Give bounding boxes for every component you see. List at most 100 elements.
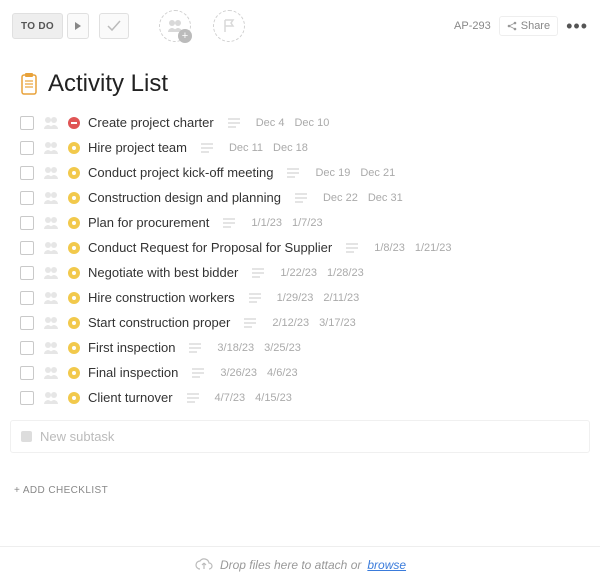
task-end-date: 4/15/23	[255, 392, 292, 404]
task-end-date: 1/7/23	[292, 217, 323, 229]
task-name: Construction design and planning	[88, 190, 281, 205]
new-subtask-placeholder: New subtask	[40, 429, 114, 444]
align-icon	[346, 243, 358, 253]
complete-button[interactable]	[99, 13, 129, 39]
task-name: Create project charter	[88, 115, 214, 130]
task-end-date: Dec 21	[360, 167, 395, 179]
task-checkbox[interactable]	[20, 366, 34, 380]
task-dates: Dec 11 Dec 18	[229, 142, 308, 154]
task-row[interactable]: Negotiate with best bidder1/22/231/28/23	[16, 260, 592, 285]
assignees-button[interactable]: +	[159, 10, 191, 42]
task-row[interactable]: Hire construction workers1/29/232/11/23	[16, 285, 592, 310]
caret-right-icon	[75, 22, 81, 30]
task-checkbox[interactable]	[20, 216, 34, 230]
align-icon	[249, 293, 261, 303]
status-dot-icon	[68, 192, 80, 204]
task-row[interactable]: Client turnover4/7/234/15/23	[16, 385, 592, 410]
toolbar-middle: +	[159, 10, 245, 42]
task-checkbox[interactable]	[20, 166, 34, 180]
task-end-date: Dec 18	[273, 142, 308, 154]
add-assignee-plus-icon: +	[178, 29, 192, 43]
assignee-icon	[42, 141, 60, 155]
task-meta-icon	[244, 318, 256, 328]
page-title: Activity List	[48, 70, 168, 98]
title-row: Activity List	[0, 52, 600, 110]
align-icon	[228, 118, 240, 128]
task-dates: Dec 22Dec 31	[323, 192, 403, 204]
status-dropdown-button[interactable]	[67, 13, 89, 39]
task-start-date: 1/29/23	[277, 292, 314, 304]
task-meta-icon	[201, 143, 213, 153]
status-dot-icon	[68, 217, 80, 229]
assignee-icon	[42, 241, 60, 255]
task-name: Conduct project kick-off meeting	[88, 165, 273, 180]
task-dates: Dec 19 Dec 21	[315, 167, 395, 179]
share-label: Share	[521, 20, 550, 32]
task-end-date: 4/6/23	[267, 367, 298, 379]
task-start-date: 2/12/23	[272, 317, 309, 329]
dropzone-text: Drop files here to attach or	[220, 558, 361, 572]
task-start-date: 3/26/23	[220, 367, 257, 379]
assignee-icon	[42, 341, 60, 355]
status-dot-icon	[68, 167, 80, 179]
more-menu-button[interactable]: •••	[566, 16, 588, 37]
task-checkbox[interactable]	[20, 191, 34, 205]
dropzone-browse-link[interactable]: browse	[367, 558, 406, 572]
task-dates: Dec 4Dec 10	[256, 117, 330, 129]
task-row[interactable]: First inspection3/18/233/25/23	[16, 335, 592, 360]
task-start-date: Dec 11	[229, 142, 263, 154]
toolbar-right: AP-293 Share •••	[454, 16, 588, 37]
add-checklist-button[interactable]: + ADD CHECKLIST	[0, 453, 600, 496]
status-button[interactable]: TO DO	[12, 13, 63, 39]
status-dot-icon	[68, 267, 80, 279]
share-button[interactable]: Share	[499, 16, 558, 36]
new-subtask-input[interactable]: New subtask	[10, 420, 590, 453]
align-icon	[244, 318, 256, 328]
task-row[interactable]: Construction design and planning Dec 22De…	[16, 185, 592, 210]
task-start-date: Dec 19	[315, 167, 350, 179]
task-name: Final inspection	[88, 365, 178, 380]
dropzone[interactable]: Drop files here to attach or browse	[0, 546, 600, 582]
task-name: Negotiate with best bidder	[88, 265, 238, 280]
task-row[interactable]: Start construction proper2/12/233/17/23	[16, 310, 592, 335]
task-dates: 1/1/23 1/7/23	[251, 217, 322, 229]
task-checkbox[interactable]	[20, 341, 34, 355]
task-end-date: 3/17/23	[319, 317, 356, 329]
assignee-icon	[42, 266, 60, 280]
task-row[interactable]: Hire project teamDec 11Dec 18	[16, 135, 592, 160]
task-end-date: Dec 31	[368, 192, 403, 204]
task-start-date: Dec 4	[256, 117, 285, 129]
task-meta-icon	[192, 368, 204, 378]
align-icon	[223, 218, 235, 228]
task-row[interactable]: Conduct Request for Proposal for Supplie…	[16, 235, 592, 260]
task-row[interactable]: Create project charter Dec 4Dec 10	[16, 110, 592, 135]
check-icon	[107, 20, 121, 32]
status-dot-icon	[68, 117, 80, 129]
task-name: Plan for procurement	[88, 215, 209, 230]
task-meta-icon	[223, 218, 235, 228]
flag-icon	[222, 19, 236, 33]
task-checkbox[interactable]	[20, 141, 34, 155]
task-checkbox[interactable]	[20, 116, 34, 130]
task-meta-icon	[249, 293, 261, 303]
task-start-date: 1/1/23	[251, 217, 282, 229]
task-dates: 3/18/233/25/23	[217, 342, 300, 354]
task-end-date: 3/25/23	[264, 342, 301, 354]
task-checkbox[interactable]	[20, 291, 34, 305]
task-checkbox[interactable]	[20, 316, 34, 330]
assignee-icon	[42, 216, 60, 230]
toolbar-left: TO DO	[12, 13, 129, 39]
task-checkbox[interactable]	[20, 266, 34, 280]
task-start-date: 1/22/23	[280, 267, 317, 279]
task-name: Client turnover	[88, 390, 173, 405]
task-checkbox[interactable]	[20, 241, 34, 255]
task-meta-icon	[346, 243, 358, 253]
task-row[interactable]: Plan for procurement 1/1/23 1/7/23	[16, 210, 592, 235]
task-row[interactable]: Final inspection 3/26/23 4/6/23	[16, 360, 592, 385]
task-list: Create project charterDec 4Dec 10Hire pr…	[0, 110, 600, 410]
task-dates: 1/29/232/11/23	[277, 292, 360, 304]
priority-button[interactable]	[213, 10, 245, 42]
task-start-date: 1/8/23	[374, 242, 405, 254]
task-checkbox[interactable]	[20, 391, 34, 405]
task-row[interactable]: Conduct project kick-off meetingDec 19De…	[16, 160, 592, 185]
